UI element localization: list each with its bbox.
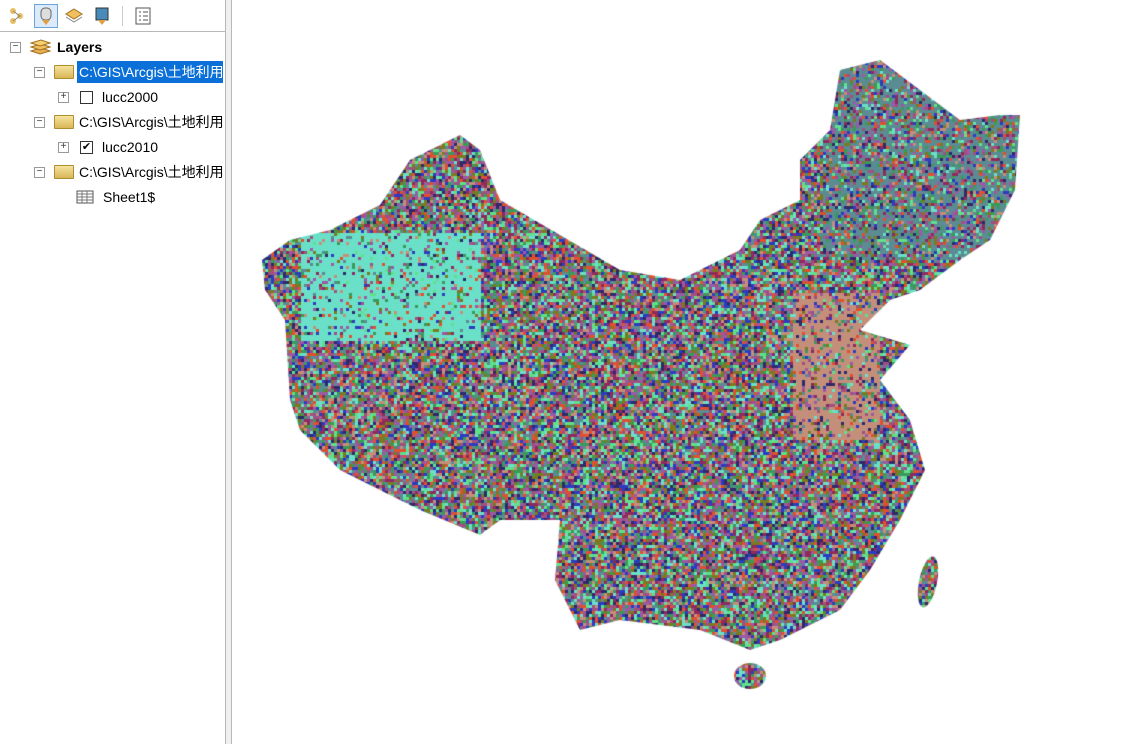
collapse-icon[interactable]: − [34, 66, 45, 78]
toolbar-separator [122, 5, 123, 26]
collapse-icon[interactable]: − [34, 166, 45, 178]
database-icon [40, 7, 52, 25]
group-row[interactable]: − C:\GIS\Arcgis\土地利用 [34, 61, 223, 83]
table-name: Sheet1$ [103, 189, 156, 205]
expand-icon[interactable]: + [58, 91, 69, 103]
options-list-icon [135, 7, 151, 24]
toc-toolbar [0, 0, 225, 32]
layer-row-lucc2010[interactable]: + ✔ lucc2010 [58, 137, 158, 157]
layers-root-label: Layers [57, 39, 103, 55]
group-path: C:\GIS\Arcgis\土地利用 [79, 164, 223, 180]
group-row[interactable]: − C:\GIS\Arcgis\土地利用 [34, 112, 223, 132]
selection-icon [95, 7, 109, 25]
layers-icon [29, 39, 51, 55]
folder-icon [54, 115, 74, 129]
group-path: C:\GIS\Arcgis\土地利用 [79, 114, 223, 130]
layer-stack-icon [65, 7, 83, 23]
table-of-contents: − Layers − C:\GIS\Arcgis\土地利用 + lucc2000… [0, 0, 226, 744]
list-by-selection-button[interactable] [90, 4, 114, 28]
expand-icon[interactable]: + [58, 141, 69, 153]
visibility-checkbox[interactable] [80, 90, 93, 104]
list-by-drawing-order-button[interactable] [6, 4, 30, 28]
map-view[interactable] [233, 0, 1140, 744]
layers-tree-icon [10, 7, 23, 24]
table-icon [76, 190, 94, 204]
collapse-icon[interactable]: − [34, 116, 45, 128]
layer-row-lucc2000[interactable]: + lucc2000 [58, 87, 158, 107]
table-row-sheet1[interactable]: Sheet1$ [76, 187, 155, 207]
collapse-icon[interactable]: − [10, 41, 21, 53]
list-by-visibility-button[interactable] [62, 4, 86, 28]
layer-name: lucc2010 [102, 139, 159, 155]
options-button[interactable] [131, 4, 155, 28]
layer-name: lucc2000 [102, 89, 159, 105]
land-use-raster-lucc2010[interactable] [233, 0, 1140, 744]
panel-splitter[interactable] [226, 0, 232, 744]
list-by-source-button[interactable] [34, 3, 58, 28]
group-path: C:\GIS\Arcgis\土地利用 [77, 61, 223, 83]
group-row[interactable]: − C:\GIS\Arcgis\土地利用 [34, 162, 223, 182]
folder-icon [54, 65, 74, 79]
visibility-checkbox[interactable]: ✔ [80, 140, 93, 154]
folder-icon [54, 165, 74, 179]
layers-root[interactable]: − Layers [10, 37, 102, 57]
